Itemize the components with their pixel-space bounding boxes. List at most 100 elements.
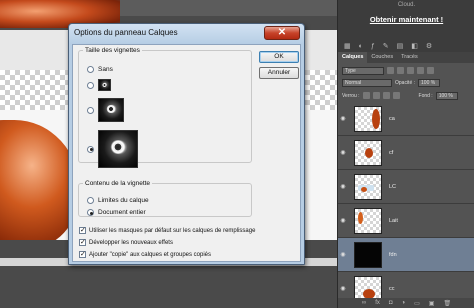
filter-text-icon[interactable]	[407, 67, 414, 74]
filter-shape-icon[interactable]	[417, 67, 424, 74]
tool-icon-strip: ▦ ◐ ƒ ✎ ▤ ◧ ⚙	[338, 40, 474, 52]
layers-panel: Cloud. Obtenir maintenant ! ▦ ◐ ƒ ✎ ▤ ◧ …	[337, 0, 474, 308]
lock-position-icon[interactable]	[382, 92, 390, 99]
checkbox[interactable]: ✓	[79, 239, 86, 246]
thumb-preview-medium	[98, 98, 124, 122]
layer-row-selected[interactable]: ◉ fdn	[338, 238, 474, 272]
layers-icon[interactable]: ◧	[411, 42, 418, 50]
fx-icon[interactable]: fx	[375, 300, 380, 306]
tab-paths[interactable]: Tracés	[397, 52, 422, 63]
brush-icon[interactable]: ✎	[383, 42, 389, 50]
grid-icon[interactable]: ▦	[344, 42, 351, 50]
radio-entire-document-label: Document entier	[98, 209, 146, 216]
radio-layer-bounds-label: Limites du calque	[98, 197, 149, 204]
filter-adjust-icon[interactable]	[397, 67, 404, 74]
adjust-icon[interactable]: ◐	[359, 43, 363, 50]
radio-thumb-small[interactable]	[87, 79, 111, 91]
new-layer-icon[interactable]: ▣	[429, 300, 435, 307]
checkbox-default-masks-label: Utiliser les masques par défaut sur les …	[89, 227, 256, 234]
radio-thumb-none[interactable]: Sans	[87, 66, 113, 73]
thumbnail-content-group: Contenu de la vignette Limites du calque…	[78, 180, 252, 217]
folder-icon[interactable]: ▭	[414, 300, 420, 307]
thumbnail-size-group: Taille des vignettes Sans	[78, 47, 252, 168]
lock-label: Verrou :	[342, 92, 360, 99]
cancel-button[interactable]: Annuler	[259, 67, 299, 79]
radio-button[interactable]	[87, 81, 94, 89]
visibility-eye-icon[interactable]: ◉	[338, 115, 348, 122]
close-icon: ✕	[277, 27, 287, 38]
settings-icon[interactable]: ⚙	[426, 42, 432, 50]
radio-button[interactable]	[87, 197, 94, 204]
adjustment-icon[interactable]: ◑	[401, 300, 405, 306]
fill-value: 100 %	[438, 92, 453, 99]
radio-button-selected[interactable]	[87, 209, 94, 216]
visibility-eye-icon[interactable]: ◉	[338, 285, 348, 292]
visibility-eye-icon[interactable]: ◉	[338, 217, 348, 224]
checkbox-add-copy[interactable]: ✓ Ajouter "copie" aux calques et groupes…	[79, 251, 211, 258]
ok-button[interactable]: OK	[259, 51, 299, 63]
layers-panel-options-dialog: Options du panneau Calques ✕ Taille des …	[68, 23, 305, 265]
checkbox-expand-effects-label: Développer les nouveaux effets	[89, 239, 173, 246]
radio-entire-document[interactable]: Document entier	[87, 209, 146, 216]
layer-thumbnail	[354, 241, 382, 268]
radio-layer-bounds[interactable]: Limites du calque	[87, 197, 149, 204]
visibility-eye-icon[interactable]: ◉	[338, 149, 348, 156]
layers-list: ◉ ca ◉ cf ◉ LC ◉ Lait ◉ fdn ◉ cc	[338, 102, 474, 306]
lock-transparency-icon[interactable]	[362, 92, 370, 99]
link-icon[interactable]: ∞	[362, 300, 366, 306]
fill-field[interactable]: 100 %	[435, 91, 458, 100]
dialog-titlebar[interactable]: Options du panneau Calques ✕	[69, 24, 304, 44]
tab-channels[interactable]: Couches	[367, 52, 397, 63]
layer-filter-row: Type	[342, 66, 471, 75]
checkbox[interactable]: ✓	[79, 227, 86, 234]
opacity-label: Opacité :	[395, 79, 416, 86]
filter-type-select[interactable]: Type	[342, 66, 384, 75]
checkbox[interactable]: ✓	[79, 251, 86, 258]
layer-name: Lait	[389, 217, 398, 224]
layer-thumbnail	[354, 105, 382, 132]
blend-row: Normal Opacité : 100 %	[342, 78, 471, 87]
layer-row[interactable]: ◉ cf	[338, 136, 474, 170]
radio-button[interactable]	[87, 66, 94, 73]
radio-button-selected[interactable]	[87, 145, 94, 153]
layer-thumbnail	[354, 139, 382, 166]
layer-row[interactable]: ◉ Lait	[338, 204, 474, 238]
radio-thumb-large[interactable]	[87, 130, 138, 168]
radio-thumb-medium[interactable]	[87, 98, 124, 122]
radio-button[interactable]	[87, 106, 94, 114]
layer-name: cc	[389, 285, 395, 292]
visibility-eye-icon[interactable]: ◉	[338, 251, 348, 258]
opacity-field[interactable]: 100 %	[418, 78, 441, 87]
thumbnail-size-legend: Taille des vignettes	[85, 47, 140, 54]
blend-mode-select[interactable]: Normal	[342, 78, 392, 87]
cloud-promo-title: Cloud.	[397, 2, 416, 8]
radio-thumb-none-label: Sans	[98, 66, 113, 73]
layer-thumbnail	[354, 173, 382, 200]
checkbox-expand-effects[interactable]: ✓ Développer les nouveaux effets	[79, 239, 173, 246]
filter-smart-icon[interactable]	[427, 67, 434, 74]
visibility-eye-icon[interactable]: ◉	[338, 183, 348, 190]
lock-pixels-icon[interactable]	[372, 92, 380, 99]
mask-icon[interactable]: ◘	[389, 300, 393, 306]
layer-row[interactable]: ◉ ca	[338, 102, 474, 136]
dialog-title: Options du panneau Calques	[74, 28, 178, 37]
dialog-body: Taille des vignettes Sans Contenu de la …	[72, 44, 301, 262]
lock-row: Verrou : Fond : 100 %	[342, 91, 471, 100]
lock-all-icon[interactable]	[392, 92, 400, 99]
panel-tabs: Calques Couches Tracés	[338, 52, 474, 63]
layer-name: fdn	[389, 251, 397, 258]
checkbox-default-masks[interactable]: ✓ Utiliser les masques par défaut sur le…	[79, 227, 255, 234]
layer-row[interactable]: ◉ LC	[338, 170, 474, 204]
filter-type-label: Type	[345, 67, 356, 74]
cloud-promo: Cloud. Obtenir maintenant !	[338, 0, 474, 40]
clone-icon[interactable]: ▤	[397, 42, 404, 50]
trash-icon[interactable]: 🗑	[443, 300, 451, 307]
thumb-preview-small	[98, 79, 111, 91]
get-now-link[interactable]: Obtenir maintenant !	[338, 15, 474, 24]
close-button[interactable]: ✕	[264, 26, 300, 40]
layer-thumbnail	[354, 207, 382, 234]
tab-layers[interactable]: Calques	[338, 52, 368, 63]
fx-icon[interactable]: ƒ	[371, 43, 375, 50]
fill-label: Fond :	[418, 92, 433, 99]
filter-pixel-icon[interactable]	[387, 67, 394, 74]
